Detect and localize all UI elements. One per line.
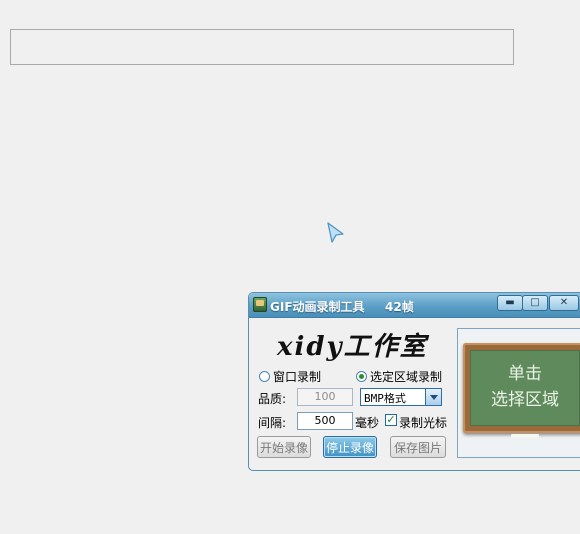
start-record-button[interactable]: 开始录像 bbox=[257, 436, 311, 458]
window-title: GIF动画录制工具 bbox=[270, 300, 365, 314]
studio-logo: xidy工作室 bbox=[277, 332, 428, 362]
close-button[interactable]: ✕ bbox=[549, 295, 579, 311]
window-record-radio[interactable] bbox=[259, 370, 270, 382]
region-record-radio[interactable] bbox=[356, 370, 367, 382]
title-bar[interactable]: GIF动画录制工具 42帧 ▬ □ ✕ bbox=[249, 293, 580, 318]
quality-field[interactable]: 100 bbox=[297, 388, 353, 406]
select-region-panel[interactable]: 单击 选择区域 bbox=[457, 328, 580, 458]
interval-unit: 毫秒 bbox=[355, 416, 380, 430]
chalkboard[interactable]: 单击 选择区域 bbox=[463, 343, 580, 438]
region-selection-box[interactable] bbox=[10, 29, 514, 65]
window-record-option[interactable]: 窗口录制 bbox=[259, 368, 321, 384]
save-image-button[interactable]: 保存图片 bbox=[390, 436, 446, 458]
minimize-button[interactable]: ▬ bbox=[497, 295, 523, 311]
board-line-1: 单击 bbox=[508, 364, 542, 384]
frame-count: 42帧 bbox=[385, 300, 414, 314]
stop-record-button[interactable]: 停止录像 bbox=[323, 436, 377, 458]
maximize-button[interactable]: □ bbox=[522, 295, 548, 311]
board-line-2: 选择区域 bbox=[491, 390, 559, 410]
chalk-icon bbox=[511, 434, 539, 438]
format-select[interactable]: BMP格式 bbox=[360, 388, 442, 406]
format-value: BMP格式 bbox=[364, 392, 406, 405]
interval-field[interactable]: 500 bbox=[297, 412, 353, 430]
region-record-option[interactable]: 选定区域录制 bbox=[356, 368, 442, 384]
window-record-label: 窗口录制 bbox=[273, 369, 322, 384]
pointer-arrow-icon bbox=[327, 222, 344, 243]
dropdown-arrow-icon[interactable] bbox=[425, 389, 441, 405]
record-cursor-checkbox[interactable]: ✓ bbox=[385, 414, 397, 426]
quality-label: 品质: bbox=[258, 392, 287, 406]
app-icon bbox=[253, 297, 267, 312]
gif-recorder-window: GIF动画录制工具 42帧 ▬ □ ✕ xidy工作室 窗口录制 选定区域录制 … bbox=[248, 292, 580, 471]
region-record-label: 选定区域录制 bbox=[370, 369, 443, 384]
interval-label: 间隔: bbox=[258, 416, 287, 430]
record-cursor-label: 录制光标 bbox=[399, 416, 448, 430]
